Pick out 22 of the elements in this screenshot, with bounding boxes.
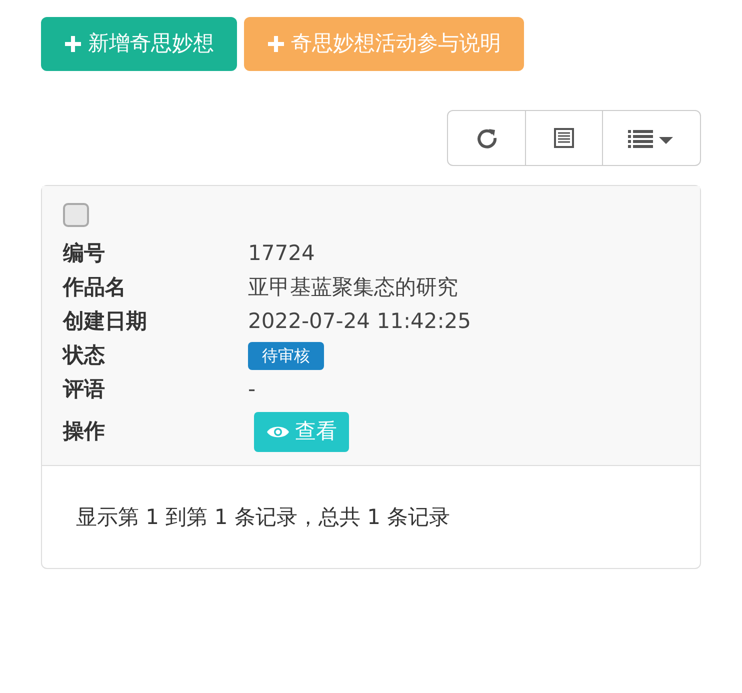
row-checkbox[interactable] — [63, 203, 89, 227]
status-badge: 待审核 — [248, 342, 324, 370]
eye-icon — [266, 425, 290, 439]
view-button[interactable]: 查看 — [254, 412, 349, 452]
field-label: 评语 — [63, 376, 106, 404]
instructions-button[interactable]: 奇思妙想活动参与说明 — [244, 17, 524, 71]
field-value: 2022-07-24 11:42:25 — [248, 308, 472, 336]
field-label: 编号 — [63, 240, 106, 268]
field-label: 作品名 — [63, 274, 127, 302]
plus-icon — [64, 35, 82, 53]
add-button[interactable]: 新增奇思妙想 — [41, 17, 237, 71]
field-label: 状态 — [63, 342, 106, 370]
field-value: 17724 — [248, 240, 315, 268]
refresh-icon — [476, 127, 498, 149]
field-value: - — [248, 376, 256, 404]
field-label: 操作 — [63, 418, 106, 446]
table-icon — [553, 127, 575, 149]
field-label: 创建日期 — [63, 308, 148, 336]
list-dropdown-icon — [628, 128, 676, 148]
pagination-info: 显示第 1 到第 1 条记录，总共 1 条记录 — [76, 505, 450, 529]
field-value: 亚甲基蓝聚集态的研究 — [248, 274, 458, 302]
plus-icon — [267, 35, 285, 53]
